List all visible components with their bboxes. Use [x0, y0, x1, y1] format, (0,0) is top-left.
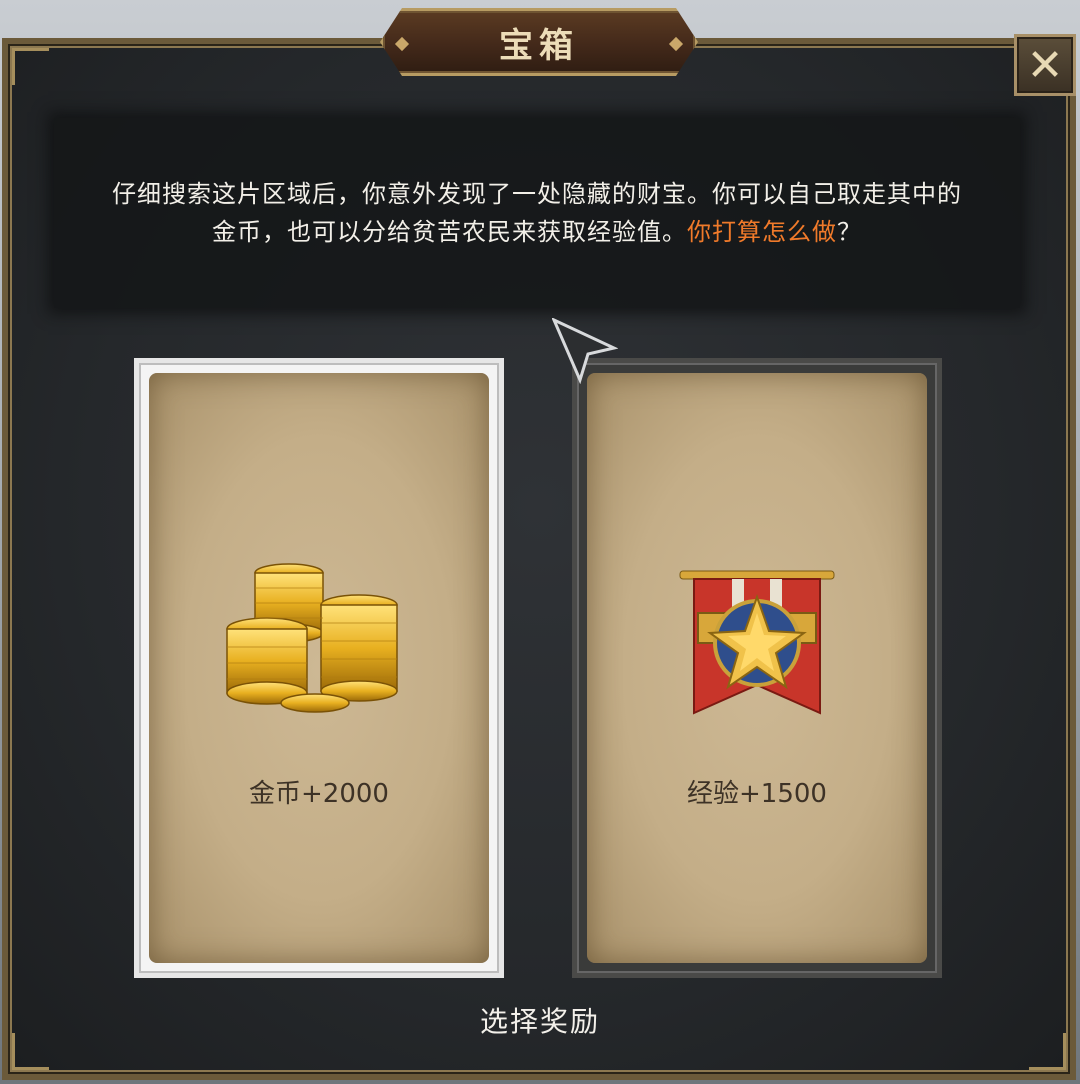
- description-end: ？: [837, 218, 862, 246]
- dialog-title: 宝箱: [499, 25, 579, 66]
- reward-label-experience: 经验+1500: [687, 779, 827, 809]
- frame-corner: [12, 48, 49, 85]
- card-parchment: 金币+2000: [149, 373, 489, 963]
- title-plate: 宝箱: [380, 8, 698, 76]
- description-panel: 仔细搜索这片区域后，你意外发现了一处隐藏的财宝。你可以自己取走其中的金币，也可以…: [54, 118, 1020, 308]
- title-ornament-icon: [669, 37, 683, 51]
- close-button[interactable]: ✕: [1014, 34, 1076, 96]
- reward-option-gold[interactable]: 金币+2000: [134, 358, 504, 978]
- title-ornament-icon: [395, 37, 409, 51]
- description-text: 仔细搜索这片区域后，你意外发现了一处隐藏的财宝。你可以自己取走其中的金币，也可以…: [107, 175, 967, 251]
- close-icon: ✕: [1026, 39, 1064, 91]
- choose-reward-prompt: 选择奖励: [479, 1005, 600, 1038]
- medal-banner-icon: [672, 563, 842, 737]
- gold-coins-icon: [219, 563, 419, 727]
- card-parchment: 经验+1500: [587, 373, 927, 963]
- description-question: 你打算怎么做: [687, 218, 837, 246]
- mouse-cursor-icon: [552, 318, 618, 384]
- reward-option-experience[interactable]: 经验+1500: [572, 358, 942, 978]
- reward-label-gold: 金币+2000: [249, 779, 389, 809]
